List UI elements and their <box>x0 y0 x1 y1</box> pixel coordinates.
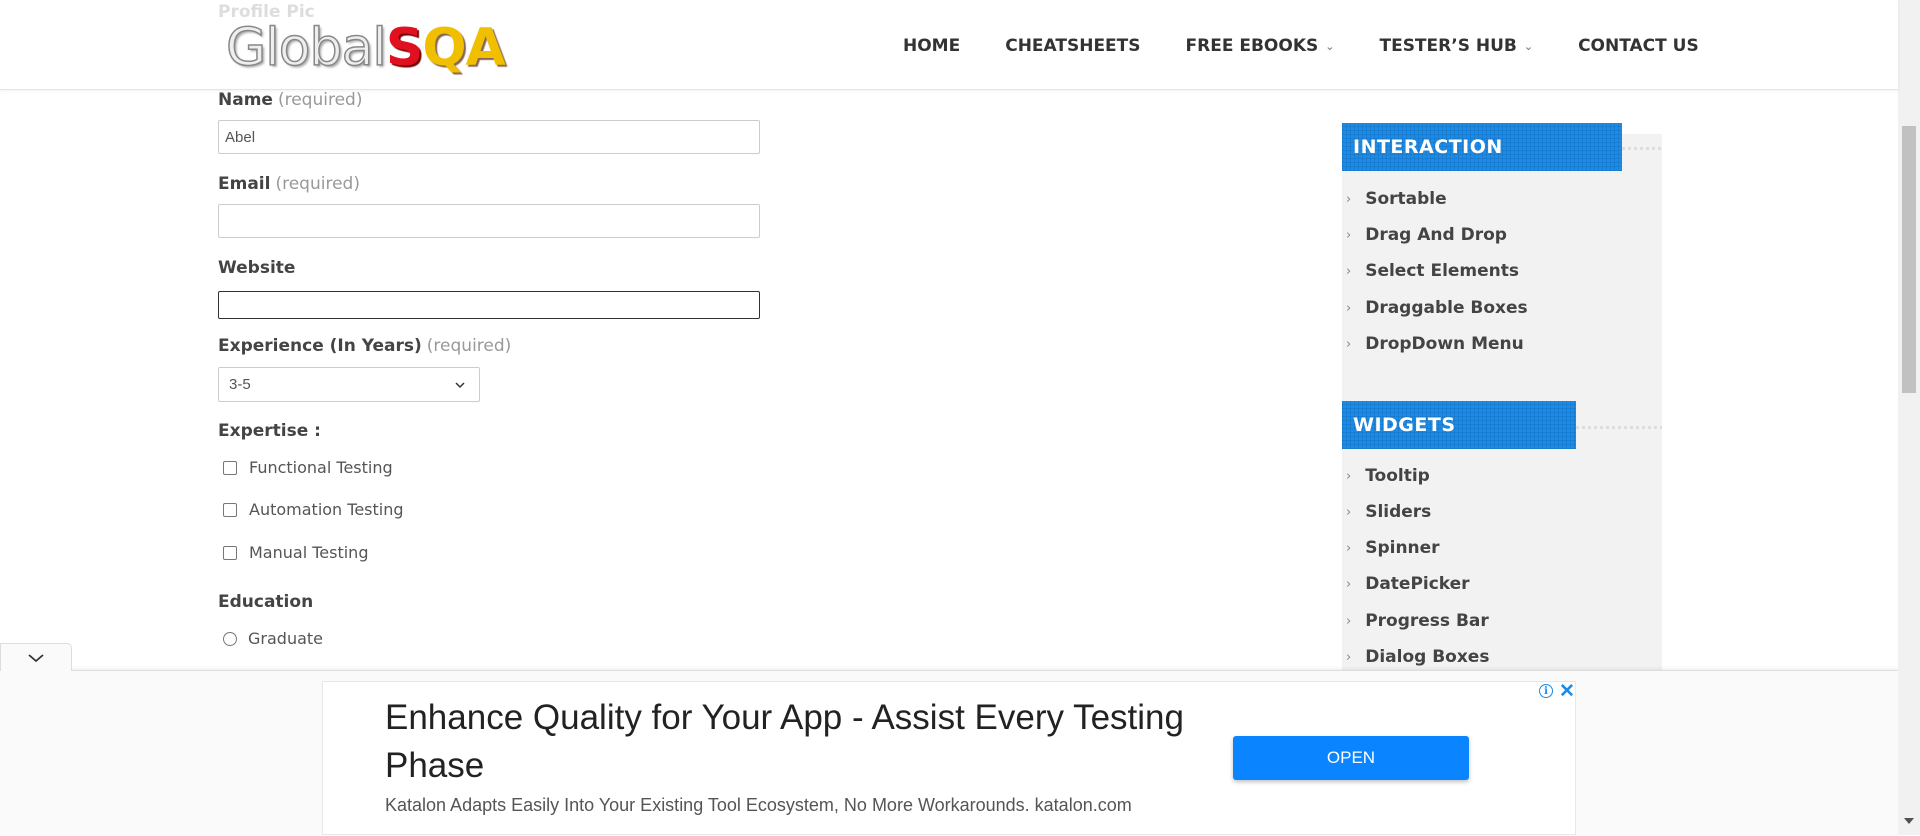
nav-free-ebooks[interactable]: FREE EBOOKS ⌄ <box>1186 36 1335 56</box>
radio-button[interactable] <box>223 631 237 646</box>
chevron-right-icon: › <box>1346 613 1352 629</box>
sidebar-item-spinner[interactable]: › Spinner <box>1346 538 1440 558</box>
checkbox[interactable] <box>223 460 237 475</box>
sidebar-item-progress-bar[interactable]: › Progress Bar <box>1346 611 1489 631</box>
sidebar-item-draggable-boxes[interactable]: › Draggable Boxes <box>1346 298 1528 318</box>
sidebar-item-datepicker[interactable]: › DatePicker <box>1346 574 1470 594</box>
chevron-down-icon: ⌄ <box>1523 39 1534 53</box>
chevron-right-icon: › <box>1346 649 1352 665</box>
nav-contact-us[interactable]: CONTACT US <box>1578 36 1699 56</box>
sidebar-item-sortable[interactable]: › Sortable <box>1346 189 1447 209</box>
site-header: Profile Pic GlobalSQA HOME CHEATSHEETS F… <box>0 0 1898 90</box>
checkbox-automation-testing[interactable]: Automation Testing <box>223 500 404 519</box>
expertise-label: Expertise : <box>218 421 321 441</box>
sidebar-item-dropdown-menu[interactable]: › DropDown Menu <box>1346 334 1524 354</box>
chevron-right-icon: › <box>1346 504 1352 520</box>
sidebar-item-select-elements[interactable]: › Select Elements <box>1346 261 1519 281</box>
chevron-right-icon: › <box>1346 263 1352 279</box>
chevron-right-icon: › <box>1346 576 1352 592</box>
email-field[interactable] <box>218 204 760 238</box>
scroll-down-arrow-icon[interactable] <box>1904 818 1914 824</box>
chevron-down-icon <box>28 653 44 662</box>
name-label: Name (required) <box>218 90 363 110</box>
chevron-right-icon: › <box>1346 300 1352 316</box>
checkbox[interactable] <box>223 545 237 560</box>
main-nav: HOME CHEATSHEETS FREE EBOOKS ⌄ TESTER’S H… <box>903 36 1744 56</box>
chevron-right-icon: › <box>1346 336 1352 352</box>
chevron-right-icon: › <box>1346 468 1352 484</box>
nav-home[interactable]: HOME <box>903 36 960 56</box>
sidebar-item-tooltip[interactable]: › Tooltip <box>1346 466 1430 486</box>
checkbox-manual-testing[interactable]: Manual Testing <box>223 543 368 562</box>
ad-info-icon[interactable]: i <box>1539 684 1553 698</box>
ad-title[interactable]: Enhance Quality for Your App - Assist Ev… <box>385 694 1185 790</box>
checkbox[interactable] <box>223 502 237 517</box>
scrollbar-thumb[interactable] <box>1902 126 1916 393</box>
experience-label: Experience (In Years) (required) <box>218 336 512 356</box>
experience-select[interactable]: 3-5 <box>218 367 480 402</box>
chevron-right-icon: › <box>1346 227 1352 243</box>
chevron-down-icon: ⌄ <box>1325 39 1335 53</box>
email-label: Email (required) <box>218 174 360 194</box>
chevron-right-icon: › <box>1346 191 1352 207</box>
ad-open-button[interactable]: OPEN <box>1233 736 1469 780</box>
nav-testers-hub[interactable]: TESTER’S HUB ⌄ <box>1379 36 1533 56</box>
sidebar-item-sliders[interactable]: › Sliders <box>1346 502 1431 522</box>
name-field[interactable] <box>218 120 760 154</box>
ad-collapse-toggle[interactable] <box>0 643 72 671</box>
widgets-heading: WIDGETS <box>1342 401 1576 449</box>
education-label: Education <box>218 592 314 612</box>
ad-close-icon[interactable]: ✕ <box>1559 680 1575 703</box>
sidebar-item-dialog-boxes[interactable]: › Dialog Boxes <box>1346 647 1489 667</box>
ad-subtitle[interactable]: Katalon Adapts Easily Into Your Existing… <box>385 795 1132 816</box>
checkbox-functional-testing[interactable]: Functional Testing <box>223 458 393 477</box>
nav-cheatsheets[interactable]: CHEATSHEETS <box>1005 36 1140 56</box>
website-label: Website <box>218 258 296 278</box>
globalsqa-logo[interactable]: GlobalSQA <box>225 17 506 79</box>
chevron-down-icon <box>455 381 465 388</box>
radio-graduate[interactable]: Graduate <box>223 629 323 648</box>
heading-divider <box>1622 147 1662 150</box>
heading-divider <box>1576 426 1662 429</box>
page-scrollbar[interactable] <box>1898 0 1920 835</box>
website-field[interactable] <box>218 291 760 319</box>
interaction-heading: INTERACTION <box>1342 123 1622 171</box>
chevron-right-icon: › <box>1346 540 1352 556</box>
sidebar-item-drag-and-drop[interactable]: › Drag And Drop <box>1346 225 1507 245</box>
